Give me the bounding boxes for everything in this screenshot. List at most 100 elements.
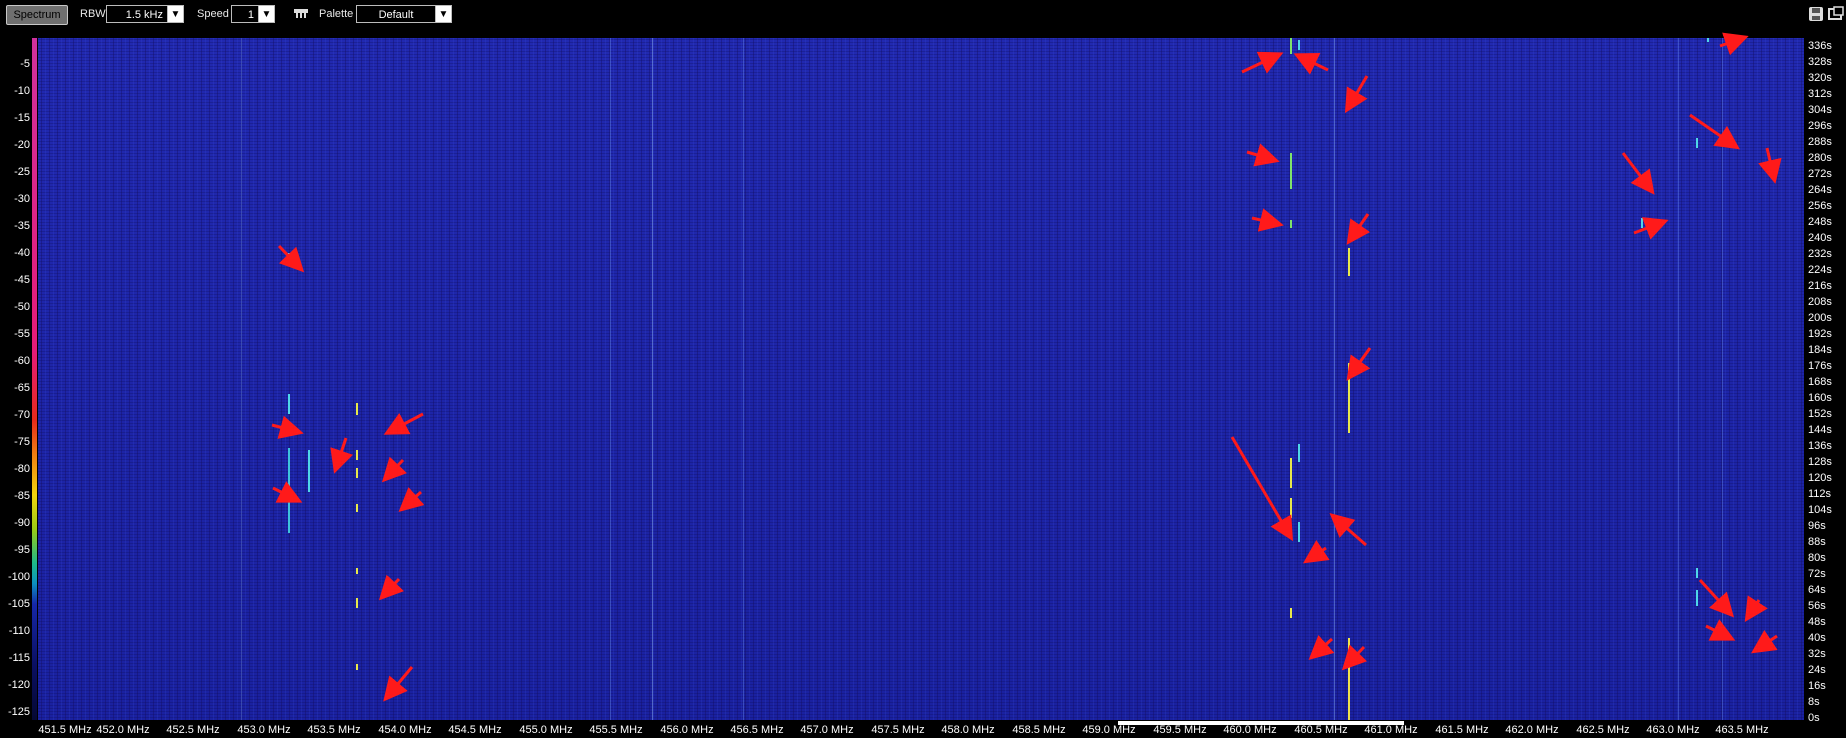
time-tick-label: 24s (1808, 664, 1826, 676)
freq-tick-label: 463.0 MHz (1646, 724, 1700, 736)
amplitude-color-scale (32, 38, 37, 720)
time-tick-label: 88s (1808, 536, 1826, 548)
filter-icon[interactable] (293, 6, 309, 22)
signal-trace (1696, 138, 1698, 148)
y-tick-label: -110 (8, 625, 30, 637)
freq-tick-label: 458.0 MHz (941, 724, 995, 736)
time-tick-label: 336s (1808, 40, 1832, 52)
spectrum-waterfall[interactable] (38, 38, 1804, 720)
signal-trace (288, 253, 290, 258)
freq-tick-label: 460.5 MHz (1294, 724, 1348, 736)
palette-select[interactable]: Default (356, 5, 436, 23)
y-tick-label: -40 (14, 247, 30, 259)
signal-trace (356, 598, 358, 608)
noise-streak (743, 38, 744, 720)
rbw-select[interactable]: 1.5 kHz (106, 5, 168, 23)
signal-trace (1348, 248, 1350, 276)
speed-chevron-down-icon[interactable]: ▼ (258, 5, 275, 23)
signal-trace (1290, 458, 1292, 488)
time-tick-label: 176s (1808, 360, 1832, 372)
y-tick-label: -20 (14, 139, 30, 151)
spectrum-button[interactable]: Spectrum (6, 5, 68, 25)
save-icon[interactable] (1808, 6, 1824, 22)
y-tick-label: -95 (14, 544, 30, 556)
time-tick-label: 160s (1808, 392, 1832, 404)
signal-trace (356, 450, 358, 460)
freq-tick-label: 456.0 MHz (660, 724, 714, 736)
y-tick-label: -75 (14, 436, 30, 448)
time-tick-label: 112s (1808, 488, 1832, 500)
freq-tick-label: 462.0 MHz (1505, 724, 1559, 736)
time-tick-label: 32s (1808, 648, 1826, 660)
signal-trace (1298, 522, 1300, 542)
signal-trace (1298, 40, 1300, 50)
noise-streak (1334, 38, 1335, 720)
time-tick-label: 168s (1808, 376, 1832, 388)
time-tick-label: 200s (1808, 312, 1832, 324)
signal-trace (1348, 363, 1350, 433)
signal-trace (356, 504, 358, 512)
signal-trace (1348, 100, 1350, 108)
freq-tick-label: 454.5 MHz (448, 724, 502, 736)
rbw-chevron-down-icon[interactable]: ▼ (167, 5, 184, 23)
time-tick-label: 144s (1808, 424, 1832, 436)
time-tick-label: 0s (1808, 712, 1820, 724)
window-icon[interactable] (1828, 6, 1844, 22)
time-tick-label: 216s (1808, 280, 1832, 292)
y-tick-label: -35 (14, 220, 30, 232)
palette-label: Palette (319, 8, 354, 20)
signal-trace (1290, 498, 1292, 518)
freq-tick-label: 461.0 MHz (1364, 724, 1418, 736)
y-tick-label: -10 (14, 85, 30, 97)
speed-label: Speed (197, 8, 229, 20)
freq-tick-label: 458.5 MHz (1012, 724, 1066, 736)
freq-tick-label: 455.0 MHz (519, 724, 573, 736)
y-tick-label: -15 (14, 112, 30, 124)
time-tick-label: 240s (1808, 232, 1832, 244)
noise-streak (1678, 38, 1679, 720)
time-tick-label: 16s (1808, 680, 1826, 692)
speed-select[interactable]: 1 (231, 5, 259, 23)
signal-trace (356, 664, 358, 670)
freq-tick-label: 457.5 MHz (871, 724, 925, 736)
freq-tick-label: 452.5 MHz (166, 724, 220, 736)
signal-trace (1290, 38, 1292, 54)
signal-trace (356, 568, 358, 574)
time-tick-label: 56s (1808, 600, 1826, 612)
time-tick-label: 296s (1808, 120, 1832, 132)
signal-trace (1290, 220, 1292, 228)
y-tick-label: -100 (7, 571, 30, 583)
noise-streak (652, 38, 653, 720)
freq-tick-label: 457.0 MHz (800, 724, 854, 736)
time-tick-label: 40s (1808, 632, 1826, 644)
signal-trace (1641, 218, 1643, 228)
time-tick-label: 152s (1808, 408, 1832, 420)
y-tick-label: -120 (7, 679, 30, 691)
time-tick-label: 320s (1808, 72, 1832, 84)
time-tick-label: 136s (1808, 440, 1832, 452)
time-tick-label: 304s (1808, 104, 1832, 116)
time-tick-label: 208s (1808, 296, 1832, 308)
y-tick-label: -80 (14, 463, 30, 475)
signal-trace (356, 468, 358, 478)
y-tick-label: -25 (14, 166, 30, 178)
y-tick-label: -115 (8, 652, 30, 664)
y-tick-label: -30 (14, 193, 30, 205)
freq-tick-label: 451.5 MHz (38, 724, 92, 736)
time-tick-label: 264s (1808, 184, 1832, 196)
time-tick-label: 104s (1808, 504, 1832, 516)
signal-trace (288, 448, 290, 533)
signal-trace (356, 403, 358, 415)
y-tick-label: -65 (14, 382, 30, 394)
freq-tick-label: 454.0 MHz (378, 724, 432, 736)
time-tick-label: 232s (1808, 248, 1832, 260)
freq-tick-label: 455.5 MHz (589, 724, 643, 736)
signal-trace (1696, 568, 1698, 578)
y-tick-label: -45 (14, 274, 30, 286)
y-tick-label: -5 (20, 58, 30, 70)
palette-chevron-down-icon[interactable]: ▼ (435, 5, 452, 23)
time-tick-label: 64s (1808, 584, 1826, 596)
noise-streak (241, 38, 242, 720)
time-tick-label: 8s (1808, 696, 1820, 708)
freq-tick-label: 463.5 MHz (1715, 724, 1769, 736)
